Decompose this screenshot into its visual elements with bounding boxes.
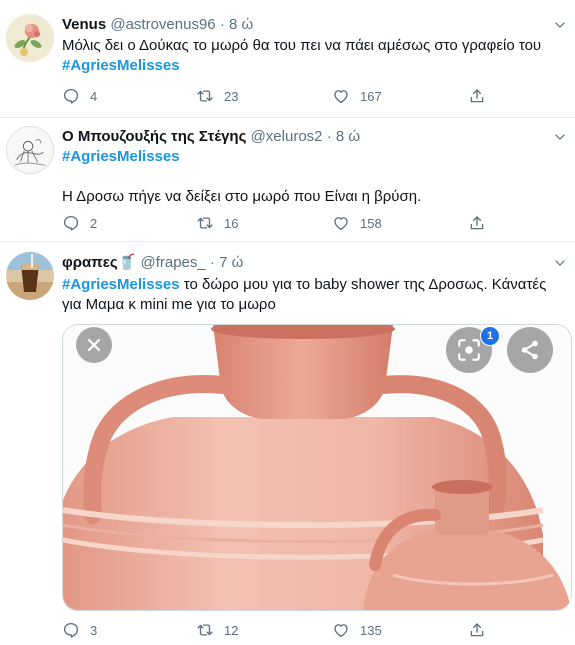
hashtag-link[interactable]: #AgriesMelisses [62, 147, 567, 167]
tweet-text-line: Μόλις δει ο Δούκας το μωρό θα του πει να… [62, 37, 542, 54]
timestamp[interactable]: 8 ώ [336, 128, 360, 145]
reply-button[interactable]: 3 [62, 620, 97, 640]
tweet[interactable]: Ο Μπουζουξής της Στέγης @xeluros2 · 8 ώ … [0, 118, 575, 242]
close-icon [87, 338, 101, 352]
retweet-count: 23 [224, 88, 239, 104]
tweet-actions: 2 16 158 [62, 213, 502, 233]
reply-icon [62, 87, 80, 105]
share-nodes-icon [521, 340, 538, 360]
share-button[interactable] [468, 86, 486, 106]
retweet-icon [196, 214, 214, 232]
sketch-avatar-image [7, 127, 53, 173]
tweet-text-line: Η Δροσω πήγε να δείξει στο μωρό που Είνα… [62, 188, 422, 205]
reply-count: 2 [90, 215, 98, 231]
share-button[interactable] [468, 213, 486, 233]
like-count: 135 [360, 622, 382, 638]
reply-button[interactable]: 4 [62, 86, 97, 106]
hashtag-link[interactable]: #AgriesMelisses [62, 56, 567, 76]
frappe-avatar-image [6, 252, 54, 300]
avatar[interactable] [6, 126, 54, 174]
display-name[interactable]: Ο Μπουζουξής της Στέγης [62, 128, 246, 145]
retweet-icon [196, 621, 214, 639]
reply-icon [62, 214, 80, 232]
avatar[interactable] [6, 14, 54, 62]
retweet-count: 12 [224, 622, 239, 638]
tweet[interactable]: Venus @astrovenus96 · 8 ώ Μόλις δει ο Δο… [0, 0, 575, 118]
tweet-header: Venus @astrovenus96 · 8 ώ [62, 15, 253, 35]
lens-icon [458, 339, 480, 361]
reply-icon [62, 621, 80, 639]
tweet-media-image[interactable]: 1 [62, 324, 572, 611]
tweet-text-line: #AgriesMelisses το δώρο μου για το baby … [62, 275, 567, 295]
caret-down-icon[interactable] [553, 256, 567, 270]
like-icon [332, 214, 350, 232]
separator-dot: · [326, 128, 332, 145]
like-count: 167 [360, 88, 382, 104]
separator-dot: · [209, 254, 215, 271]
tweet-actions: 3 12 135 [62, 620, 502, 640]
tweet-actions: 4 23 167 [62, 86, 502, 106]
display-name[interactable]: Venus [62, 16, 106, 33]
user-handle[interactable]: @frapes_ [140, 254, 205, 271]
reply-button[interactable]: 2 [62, 213, 97, 233]
reply-count: 4 [90, 88, 98, 104]
caret-down-icon[interactable] [553, 18, 567, 32]
share-button[interactable] [468, 620, 486, 640]
notification-badge: 1 [480, 326, 500, 346]
avatar[interactable] [6, 252, 54, 300]
reply-count: 3 [90, 622, 98, 638]
tweet-text-segment: το δώρο μου για το baby shower της Δροσω… [179, 276, 547, 293]
tweet-header: φραπες🥤 @frapes_ · 7 ώ [62, 253, 243, 273]
hashtag-link[interactable]: #AgriesMelisses [62, 276, 180, 293]
share-icon [468, 87, 486, 105]
clay-jugs-image [63, 325, 571, 610]
tweet-text: #AgriesMelisses το δώρο μου για το baby … [62, 275, 567, 315]
like-count: 158 [360, 215, 382, 231]
like-button[interactable]: 135 [332, 620, 382, 640]
retweet-button[interactable]: 23 [196, 86, 238, 106]
retweet-icon [196, 87, 214, 105]
retweet-count: 16 [224, 215, 239, 231]
retweet-button[interactable]: 12 [196, 620, 238, 640]
share-media-button[interactable] [507, 327, 553, 373]
caret-down-icon[interactable] [553, 130, 567, 144]
tweet-text: Μόλις δει ο Δούκας το μωρό θα του πει να… [62, 36, 567, 76]
like-button[interactable]: 167 [332, 86, 382, 106]
venus-avatar-image [6, 14, 54, 62]
like-icon [332, 621, 350, 639]
tweet-text: #AgriesMelisses Η Δροσω πήγε να δείξει σ… [62, 147, 567, 207]
display-name[interactable]: φραπες🥤 [62, 254, 136, 271]
timestamp[interactable]: 8 ώ [229, 16, 253, 33]
timestamp[interactable]: 7 ώ [219, 254, 243, 271]
tweet-header: Ο Μπουζουξής της Στέγης @xeluros2 · 8 ώ [62, 127, 360, 147]
share-icon [468, 214, 486, 232]
share-icon [468, 621, 486, 639]
tweet-text-line: για Μαμα κ mini me για το μωρο [62, 296, 276, 313]
close-button[interactable] [76, 327, 112, 363]
user-handle[interactable]: @astrovenus96 [110, 16, 215, 33]
retweet-button[interactable]: 16 [196, 213, 238, 233]
like-icon [332, 87, 350, 105]
user-handle[interactable]: @xeluros2 [251, 128, 323, 145]
like-button[interactable]: 158 [332, 213, 382, 233]
separator-dot: · [219, 16, 225, 33]
